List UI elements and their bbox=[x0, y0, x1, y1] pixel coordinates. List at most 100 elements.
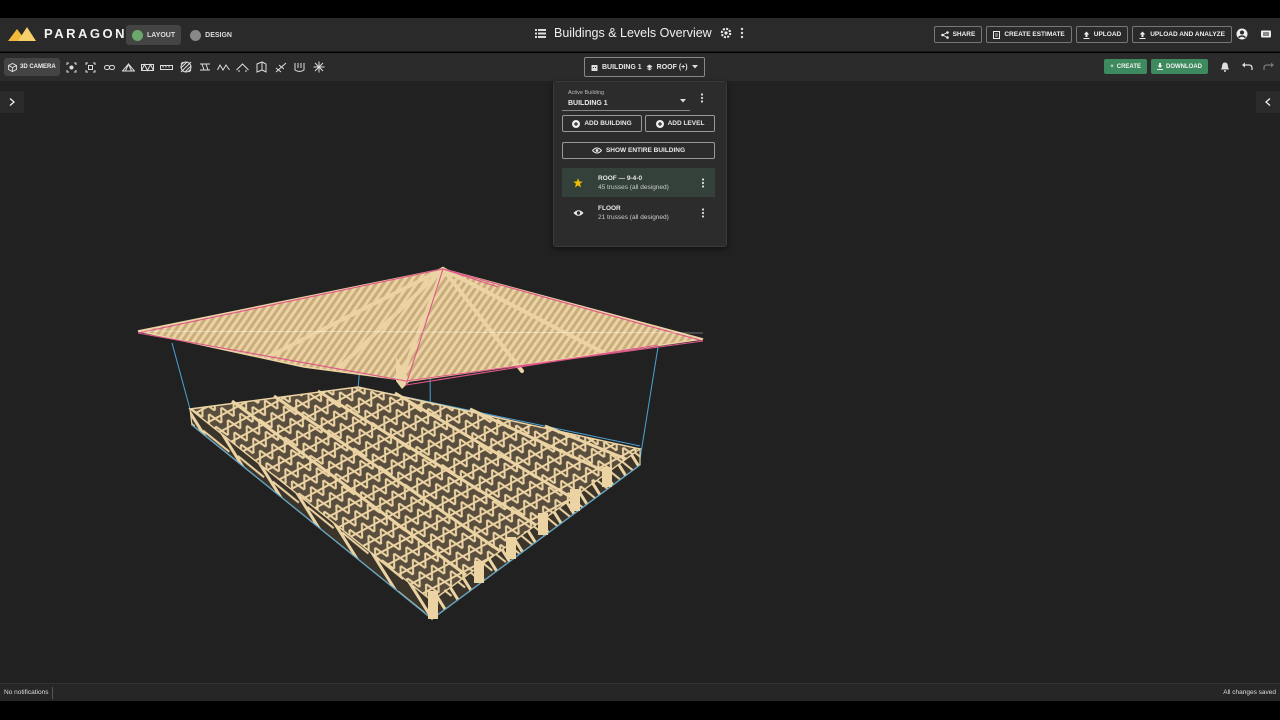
hanger-icon[interactable] bbox=[293, 60, 307, 74]
building-level-dropdown[interactable]: BUILDING 1 ROOF (+) bbox=[584, 57, 705, 77]
level-dropdown-label: ROOF (+) bbox=[656, 63, 688, 71]
tab-layout[interactable]: LAYOUT bbox=[126, 25, 182, 45]
save-status: All changes saved bbox=[1223, 689, 1276, 696]
title-area: Buildings & Levels Overview bbox=[535, 26, 744, 40]
keyboard-icon[interactable] bbox=[1260, 28, 1272, 40]
tool-actions: + CREATE DOWNLOAD bbox=[1104, 59, 1274, 74]
upload-button[interactable]: UPLOAD bbox=[1075, 26, 1129, 43]
roof-icon[interactable] bbox=[236, 60, 250, 74]
wave-icon[interactable] bbox=[217, 60, 231, 74]
cube-icon bbox=[8, 62, 17, 72]
show-entire-building-button[interactable]: SHOW ENTIRE BUILDING bbox=[562, 142, 715, 159]
create-button[interactable]: + CREATE bbox=[1104, 59, 1147, 74]
measure-icon[interactable] bbox=[160, 60, 174, 74]
building-icon bbox=[591, 64, 598, 71]
share-icon bbox=[940, 30, 949, 39]
create-estimate-label: CREATE ESTIMATE bbox=[1004, 31, 1065, 38]
paragon-logo[interactable]: PARAGON bbox=[8, 26, 127, 41]
active-building-value: BUILDING 1 bbox=[568, 100, 608, 107]
building-dropdown-label: BUILDING 1 bbox=[602, 63, 642, 71]
upload-icon bbox=[1083, 31, 1090, 39]
caret-down-icon bbox=[680, 99, 686, 103]
download-icon bbox=[1157, 63, 1163, 70]
mode-tabs: LAYOUT DESIGN bbox=[126, 25, 238, 45]
more-vert-icon[interactable] bbox=[701, 177, 705, 188]
link-icon[interactable] bbox=[103, 60, 117, 74]
upload-icon bbox=[1139, 31, 1146, 39]
fit-view-icon[interactable] bbox=[84, 60, 98, 74]
caret-down-icon bbox=[691, 65, 698, 69]
top-app-bar: PARAGON LAYOUT DESIGN Buildings & Levels… bbox=[0, 18, 1280, 52]
show-entire-building-label: SHOW ENTIRE BUILDING bbox=[605, 147, 686, 154]
tab-design[interactable]: DESIGN bbox=[184, 25, 238, 45]
level-name: ROOF — 9-4-0 bbox=[598, 174, 643, 182]
download-button[interactable]: DOWNLOAD bbox=[1151, 59, 1208, 74]
undo-icon[interactable] bbox=[1242, 62, 1253, 71]
truss-icon[interactable] bbox=[122, 60, 136, 74]
rafter-icon[interactable] bbox=[274, 60, 288, 74]
focus-icon[interactable] bbox=[65, 60, 79, 74]
add-level-button[interactable]: ADD LEVEL bbox=[645, 115, 715, 132]
level-icon-wrap bbox=[568, 177, 588, 188]
active-building-select[interactable]: Active Building BUILDING 1 bbox=[562, 89, 690, 111]
logo-text: PARAGON bbox=[44, 26, 127, 41]
grid-icon[interactable] bbox=[179, 60, 193, 74]
download-label: DOWNLOAD bbox=[1166, 63, 1202, 70]
create-estimate-button[interactable]: CREATE ESTIMATE bbox=[986, 26, 1072, 43]
design-icon bbox=[190, 29, 202, 41]
tool-bar: 3D CAMERA BUILDING 1 ROOF (+) + CREATE D… bbox=[0, 53, 1280, 81]
upload-label: UPLOAD bbox=[1093, 31, 1122, 38]
create-label: CREATE bbox=[1116, 63, 1141, 70]
tool-group: 3D CAMERA bbox=[4, 58, 326, 76]
add-building-button[interactable]: ADD BUILDING bbox=[562, 115, 642, 132]
floor-truss-icon[interactable] bbox=[141, 60, 155, 74]
panel-icon[interactable] bbox=[255, 60, 269, 74]
add-building-label: ADD BUILDING bbox=[584, 120, 632, 127]
account-icon[interactable] bbox=[1236, 28, 1248, 40]
upload-analyze-button[interactable]: UPLOAD AND ANALYZE bbox=[1132, 26, 1232, 43]
level-row-floor[interactable]: FLOOR 21 trusses (all designed) bbox=[562, 198, 715, 227]
active-building-label: Active Building bbox=[568, 90, 605, 96]
status-bar: No notifications All changes saved bbox=[0, 683, 1280, 701]
redo-icon[interactable] bbox=[1263, 62, 1274, 71]
more-vert-icon[interactable] bbox=[701, 207, 705, 218]
level-text: ROOF — 9-4-0 45 trusses (all designed) bbox=[598, 175, 701, 191]
eye-icon[interactable] bbox=[573, 209, 584, 217]
tab-layout-label: LAYOUT bbox=[147, 31, 176, 39]
level-icon-wrap bbox=[568, 209, 588, 217]
plus-icon: + bbox=[1110, 63, 1114, 70]
status-divider bbox=[52, 687, 53, 699]
add-circle-icon bbox=[655, 119, 664, 128]
3d-viewport[interactable]: Active Building BUILDING 1 ADD BUILDING … bbox=[0, 81, 1280, 683]
level-icon bbox=[646, 64, 653, 70]
beam-icon[interactable] bbox=[198, 60, 212, 74]
3d-camera-label: 3D CAMERA bbox=[20, 64, 56, 70]
tab-design-label: DESIGN bbox=[205, 31, 232, 39]
upload-analyze-label: UPLOAD AND ANALYZE bbox=[1150, 31, 1225, 38]
level-detail: 21 trusses (all designed) bbox=[598, 213, 669, 221]
more-vert-icon[interactable] bbox=[740, 27, 744, 39]
star-icon[interactable] bbox=[573, 177, 583, 188]
more-vert-icon[interactable] bbox=[700, 93, 704, 103]
add-level-label: ADD LEVEL bbox=[667, 120, 705, 127]
page-title: Buildings & Levels Overview bbox=[554, 26, 712, 40]
level-name: FLOOR bbox=[598, 204, 621, 212]
snap-icon[interactable] bbox=[312, 60, 326, 74]
floor-trusses bbox=[188, 386, 642, 621]
notification-status: No notifications bbox=[4, 689, 49, 696]
3d-camera-button[interactable]: 3D CAMERA bbox=[4, 58, 60, 76]
level-detail: 45 trusses (all designed) bbox=[598, 183, 669, 191]
top-actions: SHARE CREATE ESTIMATE UPLOAD UPLOAD AND … bbox=[933, 26, 1232, 43]
account-area bbox=[1236, 28, 1272, 40]
share-label: SHARE bbox=[952, 31, 976, 38]
layout-icon bbox=[132, 29, 143, 41]
eye-icon bbox=[591, 147, 602, 154]
bell-icon[interactable] bbox=[1220, 62, 1230, 72]
share-button[interactable]: SHARE bbox=[933, 26, 983, 43]
level-row-roof[interactable]: ROOF — 9-4-0 45 trusses (all designed) bbox=[562, 168, 715, 197]
gear-icon[interactable] bbox=[720, 27, 732, 39]
add-circle-icon bbox=[572, 119, 581, 128]
document-icon bbox=[993, 30, 1001, 39]
roof-trusses bbox=[137, 267, 704, 389]
list-icon[interactable] bbox=[535, 28, 546, 38]
